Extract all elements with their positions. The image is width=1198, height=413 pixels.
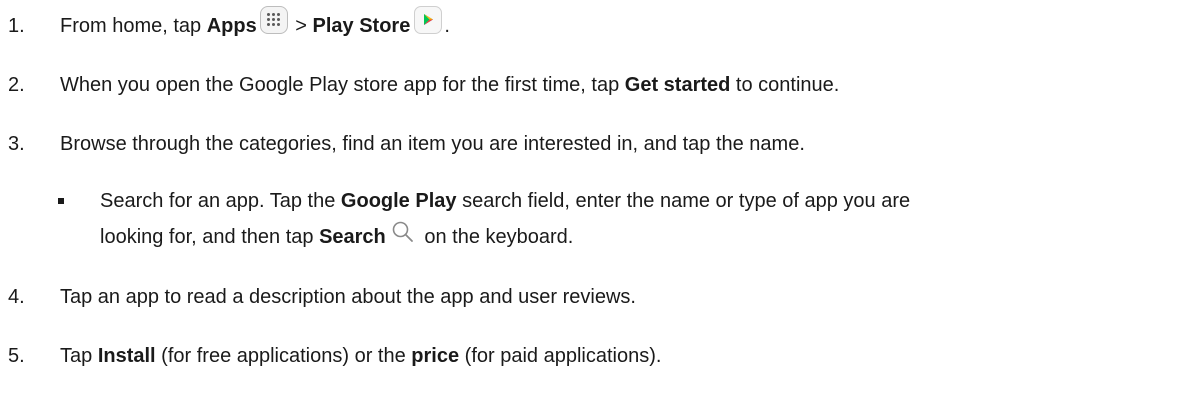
apps-label: Apps [206,15,257,37]
install-label: Install [97,345,156,367]
play-store-label: Play Store [312,15,411,37]
play-store-icon [414,5,443,34]
substep: Search for an app. Tap the Google Play s… [0,187,1198,257]
step-number: 1. [8,15,25,37]
step-number: 3. [8,133,25,155]
step-text: Tap Install (for free applications) or t… [60,345,662,367]
get-started-label: Get started [624,74,731,96]
google-play-label: Google Play [340,190,457,212]
step-text: Browse through the categories, find an i… [60,133,805,155]
step-number: 2. [8,74,25,96]
substep-line-1: Search for an app. Tap the Google Play s… [100,190,911,212]
step-text: When you open the Google Play store app … [60,74,840,96]
step-text: Tap an app to read a description about t… [60,286,636,308]
step-text: From home, tap Apps > Play Store . [60,5,450,40]
step-number: 4. [8,286,25,308]
price-label: price [411,345,460,367]
step-number: 5. [8,345,25,367]
apps-grid-icon [259,5,288,34]
search-icon [390,219,416,245]
bullet-icon [58,198,64,204]
search-label: Search [319,226,386,248]
substep-line-2: looking for, and then tap Search on the … [100,221,573,251]
